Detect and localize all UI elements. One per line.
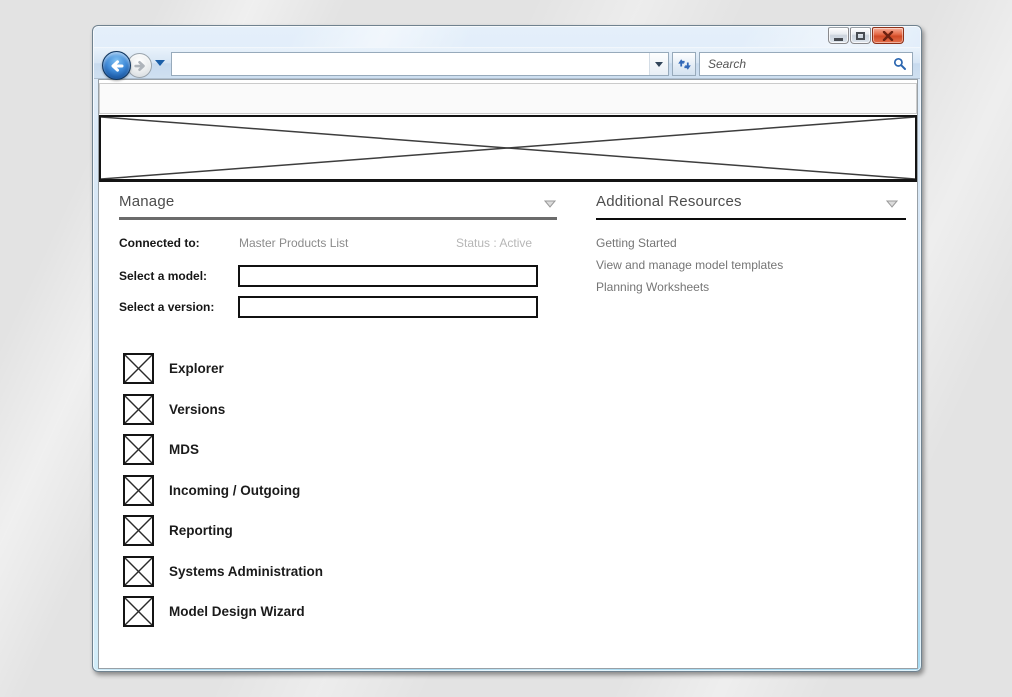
browser-window: Manage Connected to: Master Products Lis…	[92, 25, 922, 672]
maximize-button[interactable]	[850, 27, 871, 44]
link-getting-started[interactable]: Getting Started	[596, 236, 677, 250]
nav-item-mds[interactable]: MDS	[123, 434, 199, 465]
resources-section-divider	[596, 218, 906, 220]
image-placeholder-icon	[101, 117, 915, 179]
nav-item-label: Model Design Wizard	[169, 604, 305, 619]
nav-item-label: Reporting	[169, 523, 233, 538]
close-icon	[882, 31, 894, 41]
nav-item-explorer[interactable]: Explorer	[123, 353, 224, 384]
nav-item-systems-administration[interactable]: Systems Administration	[123, 556, 323, 587]
toolbar-placeholder	[99, 83, 917, 114]
back-button[interactable]	[102, 51, 131, 80]
additional-resources-title: Additional Resources	[596, 193, 742, 210]
nav-item-incoming-outgoing[interactable]: Incoming / Outgoing	[123, 475, 300, 506]
status-badge: Status : Active	[456, 236, 532, 250]
search-input[interactable]	[700, 57, 888, 71]
minimize-button[interactable]	[828, 27, 849, 44]
address-dropdown-button[interactable]	[649, 53, 668, 75]
search-button[interactable]	[888, 57, 912, 71]
history-dropdown-caret-icon[interactable]	[155, 60, 165, 66]
image-placeholder-icon	[123, 556, 154, 587]
image-placeholder-icon	[123, 475, 154, 506]
nav-item-model-design-wizard[interactable]: Model Design Wizard	[123, 596, 305, 627]
address-bar	[171, 52, 669, 76]
nav-item-label: Incoming / Outgoing	[169, 483, 300, 498]
caption-buttons	[828, 27, 904, 44]
link-view-manage-model-templates[interactable]: View and manage model templates	[596, 258, 783, 272]
forward-icon	[133, 59, 147, 73]
nav-item-label: Versions	[169, 402, 225, 417]
refresh-icon	[677, 57, 692, 72]
nav-item-label: Systems Administration	[169, 564, 323, 579]
image-placeholder-icon	[123, 353, 154, 384]
manage-chevron-down-icon[interactable]	[544, 200, 556, 208]
nav-item-reporting[interactable]: Reporting	[123, 515, 233, 546]
image-placeholder-icon	[123, 515, 154, 546]
minimize-icon	[834, 38, 843, 41]
connected-to-value: Master Products List	[239, 236, 348, 250]
desktop: { "window": { "controls": { "minimize": …	[0, 0, 1012, 697]
close-button[interactable]	[872, 27, 904, 44]
nav-item-label: MDS	[169, 442, 199, 457]
select-version-label: Select a version:	[119, 300, 214, 314]
image-placeholder-icon	[123, 434, 154, 465]
maximize-icon	[856, 32, 865, 40]
banner-image-placeholder	[99, 115, 917, 182]
model-select-input[interactable]	[238, 265, 538, 287]
page-content: Manage Connected to: Master Products Lis…	[98, 79, 918, 669]
search-icon	[893, 57, 907, 71]
nav-item-label: Explorer	[169, 361, 224, 376]
search-box	[699, 52, 913, 76]
link-planning-worksheets[interactable]: Planning Worksheets	[596, 280, 709, 294]
back-icon	[109, 58, 125, 74]
manage-section-divider	[119, 217, 557, 220]
nav-item-versions[interactable]: Versions	[123, 394, 225, 425]
resources-chevron-down-icon[interactable]	[886, 200, 898, 208]
browser-navbar	[94, 47, 920, 79]
select-model-label: Select a model:	[119, 269, 207, 283]
chevron-down-icon	[655, 62, 663, 67]
address-input[interactable]	[172, 53, 649, 75]
manage-section-title: Manage	[119, 193, 174, 210]
image-placeholder-icon	[123, 596, 154, 627]
refresh-button[interactable]	[672, 52, 696, 76]
version-select-input[interactable]	[238, 296, 538, 318]
image-placeholder-icon	[123, 394, 154, 425]
connected-to-label: Connected to:	[119, 236, 200, 250]
